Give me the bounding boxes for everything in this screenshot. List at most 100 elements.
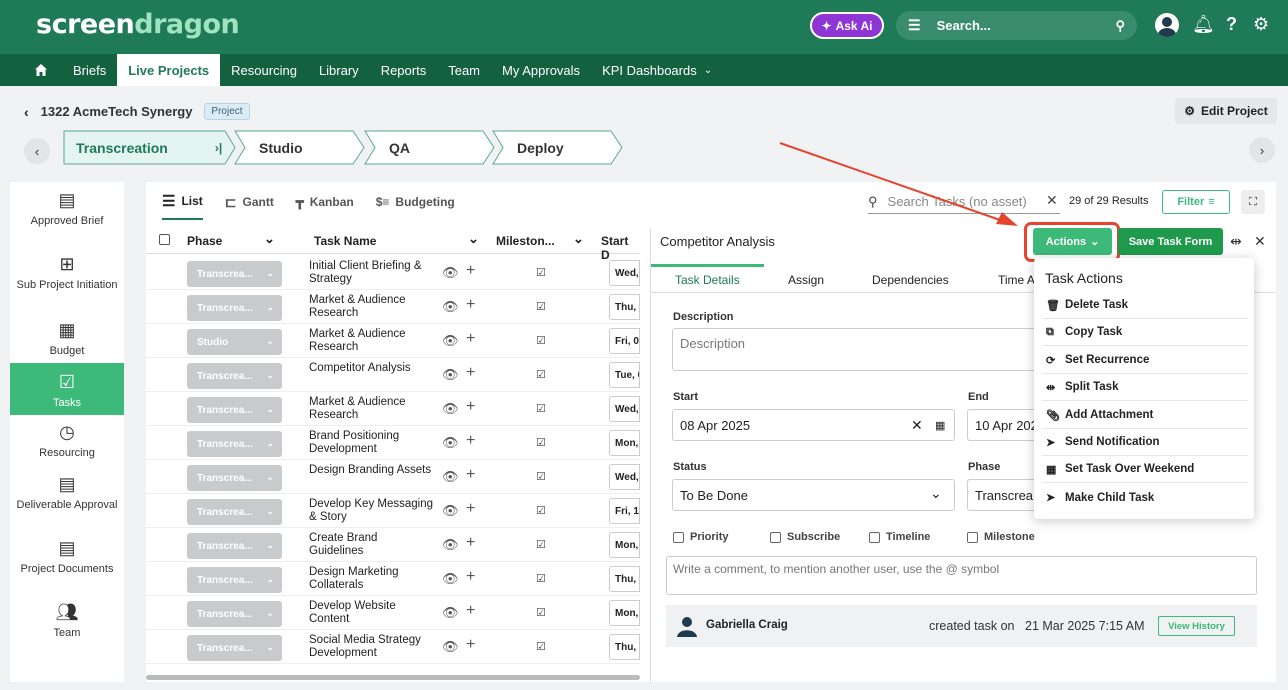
phase-dropdown[interactable]: Transcrea... ⌄ bbox=[187, 363, 282, 389]
table-row[interactable]: Transcrea... ⌄ Design Branding Assets 👁︎ + ☑ W… bbox=[146, 460, 640, 494]
add-icon[interactable]: + bbox=[466, 262, 475, 280]
nav-reports[interactable]: Reports bbox=[370, 54, 438, 86]
milestone-calendar-icon[interactable]: ☑ bbox=[536, 640, 546, 653]
eye-icon[interactable]: 👁︎ bbox=[442, 537, 459, 553]
table-row[interactable]: Transcrea... ⌄ Social Media Strategy Devel… bbox=[146, 630, 640, 664]
add-icon[interactable]: + bbox=[466, 330, 475, 348]
menu-item-set-recurrence[interactable]: ⟳ Set Recurrence bbox=[1042, 347, 1248, 374]
table-row[interactable]: Transcrea... ⌄ Competitor Analysis 👁︎ + ☑ Tue,… bbox=[146, 358, 640, 392]
task-search-input[interactable]: ⚲ Search Tasks (no asset) bbox=[868, 190, 1060, 214]
split-view-icon[interactable]: ⇹ bbox=[1230, 233, 1242, 250]
expand-icon[interactable]: ⛶ bbox=[1241, 190, 1265, 214]
task-name[interactable]: Brand Positioning Development bbox=[309, 430, 434, 456]
ask-ai-button[interactable]: ✦ Ask Ai bbox=[810, 12, 884, 39]
task-name[interactable]: Market & Audience Research bbox=[309, 396, 434, 422]
menu-item-make-child-task[interactable]: ➤ Make Child Task bbox=[1042, 484, 1248, 511]
phase-qa[interactable]: QA bbox=[364, 130, 495, 165]
start-date-cell[interactable]: Mon, bbox=[609, 430, 640, 456]
milestone-calendar-icon[interactable]: ☑ bbox=[536, 504, 546, 517]
milestone-calendar-icon[interactable]: ☑ bbox=[536, 402, 546, 415]
milestone-calendar-icon[interactable]: ☑ bbox=[536, 436, 546, 449]
add-icon[interactable]: + bbox=[466, 602, 475, 620]
add-icon[interactable]: + bbox=[466, 398, 475, 416]
eye-icon[interactable]: 👁︎ bbox=[442, 605, 459, 621]
status-select[interactable]: To Be Done ⌄ bbox=[672, 479, 955, 511]
task-name[interactable]: Develop Website Content bbox=[309, 600, 434, 626]
clear-search-icon[interactable]: ✕ bbox=[1046, 192, 1058, 209]
phase-dropdown[interactable]: Transcrea... ⌄ bbox=[187, 499, 282, 525]
nav-resourcing[interactable]: Resourcing bbox=[220, 54, 308, 86]
phase-dropdown[interactable]: Studio ⌄ bbox=[187, 329, 282, 355]
table-row[interactable]: Transcrea... ⌄ Brand Positioning Developme… bbox=[146, 426, 640, 460]
nav-team[interactable]: Team bbox=[437, 54, 491, 86]
add-icon[interactable]: + bbox=[466, 364, 475, 382]
add-icon[interactable]: + bbox=[466, 432, 475, 450]
sidebar-item-deliverable-approval[interactable]: ▤ Deliverable Approval bbox=[10, 474, 124, 526]
logo[interactable]: screendragon bbox=[36, 9, 240, 40]
tab-assign[interactable]: Assign bbox=[788, 273, 824, 287]
help-icon[interactable]: ? bbox=[1226, 14, 1237, 35]
sidebar-item-team[interactable]: 👥︎ Team bbox=[10, 602, 124, 642]
filter-button[interactable]: Filter ≡ bbox=[1162, 190, 1230, 214]
table-row[interactable]: Transcrea... ⌄ Create Brand Guidelines 👁︎ + ☑… bbox=[146, 528, 640, 562]
settings-icon[interactable]: ⚙ bbox=[1253, 14, 1269, 35]
menu-item-delete-task[interactable]: 🗑︎ Delete Task bbox=[1042, 292, 1248, 319]
eye-icon[interactable]: 👁︎ bbox=[442, 469, 459, 485]
eye-icon[interactable]: 👁︎ bbox=[442, 435, 459, 451]
eye-icon[interactable]: 👁︎ bbox=[442, 401, 459, 417]
phase-dropdown[interactable]: Transcrea... ⌄ bbox=[187, 533, 282, 559]
tab-budgeting[interactable]: $≡ Budgeting bbox=[376, 192, 455, 220]
milestone-calendar-icon[interactable]: ☑ bbox=[536, 300, 546, 313]
start-date-cell[interactable]: Wed, bbox=[609, 396, 640, 422]
tab-gantt[interactable]: ⊏ Gantt bbox=[225, 192, 274, 220]
phase-next-button[interactable]: › bbox=[1249, 137, 1275, 163]
menu-item-add-attachment[interactable]: 📎︎ Add Attachment bbox=[1042, 402, 1248, 429]
task-name[interactable]: Initial Client Briefing & Strategy bbox=[309, 260, 434, 286]
phase-dropdown[interactable]: Transcrea... ⌄ bbox=[187, 431, 282, 457]
start-date-cell[interactable]: Wed, bbox=[609, 260, 640, 286]
start-date-cell[interactable]: Fri, 18 bbox=[609, 498, 640, 524]
sidebar-item-sub-project[interactable]: ⊞ Sub Project Initiation bbox=[10, 254, 124, 306]
eye-icon[interactable]: 👁︎ bbox=[442, 639, 459, 655]
menu-icon[interactable]: ☰ bbox=[908, 17, 921, 34]
milestone-calendar-icon[interactable]: ☑ bbox=[536, 538, 546, 551]
task-name[interactable]: Social Media Strategy Development bbox=[309, 634, 434, 660]
timeline-checkbox[interactable]: Timeline bbox=[869, 531, 930, 543]
phase-select[interactable]: Transcrea bbox=[967, 479, 1042, 511]
edit-project-button[interactable]: ⚙ Edit Project bbox=[1175, 98, 1277, 124]
milestone-checkbox[interactable]: Milestone bbox=[967, 531, 1035, 543]
phase-dropdown[interactable]: Transcrea... ⌄ bbox=[187, 601, 282, 627]
table-row[interactable]: Transcrea... ⌄ Market & Audience Research 👁… bbox=[146, 290, 640, 324]
search-icon[interactable]: ⚲ bbox=[1115, 18, 1125, 34]
description-field[interactable]: Description bbox=[672, 328, 1042, 371]
add-icon[interactable]: + bbox=[466, 534, 475, 552]
task-name[interactable]: Market & Audience Research bbox=[309, 328, 434, 354]
bell-icon[interactable]: 🔔︎ bbox=[1192, 14, 1215, 35]
add-icon[interactable]: + bbox=[466, 296, 475, 314]
table-row[interactable]: Transcrea... ⌄ Market & Audience Research 👁… bbox=[146, 392, 640, 426]
sidebar-item-approved-brief[interactable]: ▤ Approved Brief bbox=[10, 190, 124, 242]
subscribe-checkbox[interactable]: Subscribe bbox=[770, 531, 840, 543]
menu-item-set-task-over-weekend[interactable]: ▦ Set Task Over Weekend bbox=[1042, 456, 1248, 483]
task-name[interactable]: Design Marketing Collaterals bbox=[309, 566, 434, 592]
milestone-calendar-icon[interactable]: ☑ bbox=[536, 368, 546, 381]
nav-library[interactable]: Library bbox=[308, 54, 370, 86]
priority-checkbox[interactable]: Priority bbox=[673, 531, 729, 543]
phase-dropdown[interactable]: Transcrea... ⌄ bbox=[187, 397, 282, 423]
phase-dropdown[interactable]: Transcrea... ⌄ bbox=[187, 635, 282, 661]
phase-dropdown[interactable]: Transcrea... ⌄ bbox=[187, 261, 282, 287]
task-name[interactable]: Develop Key Messaging & Story bbox=[309, 498, 434, 524]
home-icon[interactable] bbox=[24, 54, 62, 86]
eye-icon[interactable]: 👁︎ bbox=[442, 299, 459, 315]
nav-live-projects[interactable]: Live Projects bbox=[117, 54, 221, 86]
add-icon[interactable]: + bbox=[466, 466, 475, 484]
tab-dependencies[interactable]: Dependencies bbox=[872, 273, 949, 287]
nav-my-approvals[interactable]: My Approvals bbox=[491, 54, 591, 86]
milestone-calendar-icon[interactable]: ☑ bbox=[536, 572, 546, 585]
tab-list[interactable]: ☰ List bbox=[162, 192, 203, 220]
task-name[interactable]: Competitor Analysis bbox=[309, 362, 434, 375]
add-icon[interactable]: + bbox=[466, 636, 475, 654]
milestone-calendar-icon[interactable]: ☑ bbox=[536, 334, 546, 347]
col-task-name[interactable]: Task Name bbox=[314, 234, 376, 248]
eye-icon[interactable]: 👁︎ bbox=[442, 367, 459, 383]
